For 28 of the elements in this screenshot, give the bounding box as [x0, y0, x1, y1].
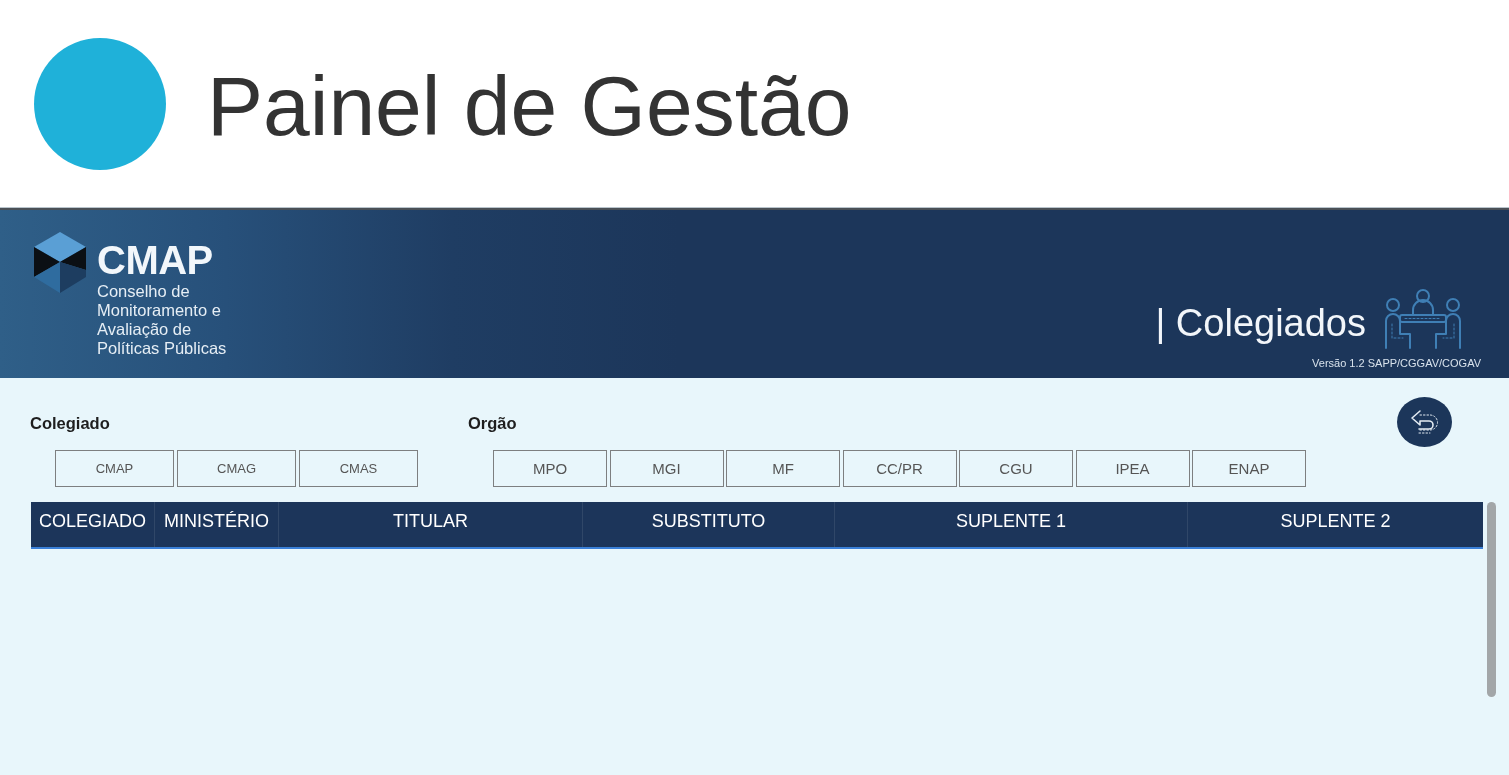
- column-header: MINISTÉRIO: [154, 502, 278, 547]
- scrollbar-thumb[interactable]: [1487, 502, 1496, 697]
- filter-option-button[interactable]: CMAS: [299, 450, 418, 487]
- back-arrow-icon: [1409, 409, 1440, 435]
- filter-label: Orgão: [468, 413, 517, 433]
- column-header: COLEGIADO: [38, 510, 147, 533]
- version-text: Versão 1.2 SAPP/CGGAV/COGAV: [1312, 357, 1481, 370]
- brand-subtitle: Conselho de Monitoramento e Avaliação de Políticas Públicas: [97, 282, 227, 358]
- cube-logo-icon: [34, 232, 86, 293]
- filter-label: Colegiado: [30, 413, 110, 433]
- filter-option-button[interactable]: IPEA: [1075, 450, 1190, 487]
- filter-option-button[interactable]: MGI: [609, 450, 724, 487]
- filter-option-button[interactable]: MF: [726, 450, 840, 487]
- column-header: SUPLENTE 2: [1187, 502, 1483, 547]
- filter-option-button[interactable]: CMAP: [55, 450, 174, 487]
- filter-option-button[interactable]: CMAG: [177, 450, 296, 487]
- filter-option-button[interactable]: CGU: [959, 450, 1073, 487]
- column-header: SUPLENTE 1: [834, 502, 1187, 547]
- back-button[interactable]: [1397, 397, 1452, 447]
- people-at-table-icon: [1383, 288, 1463, 350]
- brand-name: CMAP: [97, 240, 214, 280]
- page-title: Painel de Gestão: [207, 59, 852, 148]
- filter-option-button[interactable]: MPO: [493, 450, 607, 487]
- filter-option-button[interactable]: ENAP: [1192, 450, 1306, 487]
- column-header: TITULAR: [278, 502, 582, 547]
- filter-option-button[interactable]: CC/PR: [842, 450, 957, 487]
- section-title: | Colegiados: [1155, 301, 1366, 345]
- column-header: SUBSTITUTO: [582, 502, 834, 547]
